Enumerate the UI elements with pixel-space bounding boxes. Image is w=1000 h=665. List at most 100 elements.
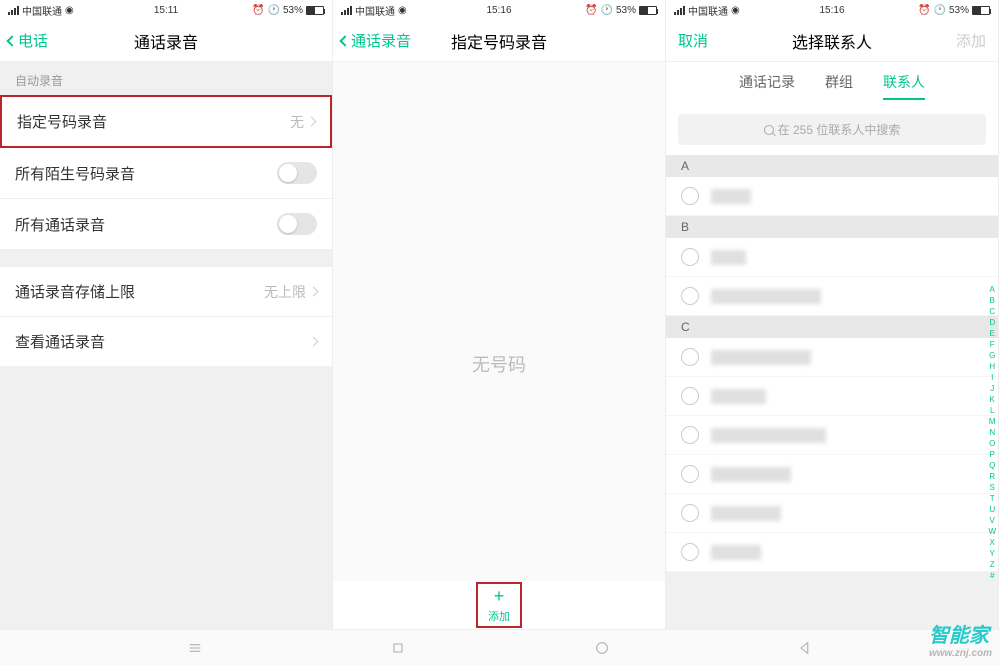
back-label: 通话录音 bbox=[351, 30, 411, 51]
alpha-index-letter[interactable]: G bbox=[988, 351, 996, 360]
chevron-right-icon bbox=[307, 117, 317, 127]
contact-row[interactable] bbox=[666, 338, 998, 377]
battery-percent: 53% bbox=[616, 5, 636, 16]
contact-name-blurred bbox=[711, 467, 791, 482]
item-all-calls[interactable]: 所有通话录音 bbox=[0, 199, 332, 249]
battery-icon bbox=[306, 6, 324, 15]
wifi-icon: ◉ bbox=[731, 5, 740, 16]
page-title: 指定号码录音 bbox=[451, 29, 547, 53]
chevron-right-icon bbox=[309, 337, 319, 347]
watermark-main: 智能家 bbox=[929, 625, 989, 647]
nav-menu-icon[interactable] bbox=[187, 640, 203, 656]
nav-recent-icon[interactable] bbox=[390, 640, 406, 656]
battery-percent: 53% bbox=[283, 5, 303, 16]
add-button[interactable]: + 添加 bbox=[476, 582, 522, 628]
alpha-index-letter[interactable]: A bbox=[988, 285, 996, 294]
nav-bar: 取消 选择联系人 添加 bbox=[666, 20, 998, 62]
alpha-index-letter[interactable]: R bbox=[988, 472, 996, 481]
alpha-index-letter[interactable]: K bbox=[988, 395, 996, 404]
item-specific-number[interactable]: 指定号码录音 无 bbox=[0, 95, 332, 148]
alpha-index-letter[interactable]: P bbox=[988, 450, 996, 459]
radio-button[interactable] bbox=[681, 248, 699, 266]
signal-icon bbox=[341, 6, 352, 15]
alpha-index-letter[interactable]: J bbox=[988, 384, 996, 393]
alpha-index-letter[interactable]: T bbox=[988, 494, 996, 503]
nav-back-icon[interactable] bbox=[797, 640, 813, 656]
alpha-index-letter[interactable]: L bbox=[988, 406, 996, 415]
contact-row[interactable] bbox=[666, 533, 998, 572]
item-storage-limit[interactable]: 通话录音存储上限 无上限 bbox=[0, 267, 332, 317]
contact-row[interactable] bbox=[666, 177, 998, 216]
alpha-index-letter[interactable]: X bbox=[988, 538, 996, 547]
nav-home-icon[interactable] bbox=[594, 640, 610, 656]
alpha-index-letter[interactable]: O bbox=[988, 439, 996, 448]
page-title: 通话录音 bbox=[134, 29, 198, 53]
alpha-index-letter[interactable]: I bbox=[988, 373, 996, 382]
nav-bar: 通话录音 指定号码录音 bbox=[333, 20, 665, 62]
alpha-index-letter[interactable]: M bbox=[988, 417, 996, 426]
alpha-index-letter[interactable]: E bbox=[988, 329, 996, 338]
nav-bar: 电话 通话录音 bbox=[0, 20, 332, 62]
watermark-url: www.znj.com bbox=[929, 648, 992, 659]
contact-row[interactable] bbox=[666, 494, 998, 533]
contact-row[interactable] bbox=[666, 277, 998, 316]
alpha-index-letter[interactable]: Z bbox=[988, 560, 996, 569]
alpha-index-letter[interactable]: U bbox=[988, 505, 996, 514]
back-button[interactable]: 电话 bbox=[8, 30, 48, 51]
radio-button[interactable] bbox=[681, 465, 699, 483]
search-input[interactable]: 在 255 位联系人中搜索 bbox=[678, 114, 986, 145]
contact-row[interactable] bbox=[666, 238, 998, 277]
radio-button[interactable] bbox=[681, 504, 699, 522]
wifi-icon: ◉ bbox=[65, 5, 74, 16]
contact-row[interactable] bbox=[666, 455, 998, 494]
alpha-index-letter[interactable]: C bbox=[988, 307, 996, 316]
item-label: 指定号码录音 bbox=[17, 111, 107, 132]
alpha-index-letter[interactable]: V bbox=[988, 516, 996, 525]
item-view-recordings[interactable]: 查看通话录音 bbox=[0, 317, 332, 366]
contact-row[interactable] bbox=[666, 377, 998, 416]
item-label: 所有陌生号码录音 bbox=[15, 163, 135, 184]
clock-icon: 🕐 bbox=[268, 5, 280, 16]
item-label: 通话录音存储上限 bbox=[15, 281, 135, 302]
contact-name-blurred bbox=[711, 250, 746, 265]
tab-contacts[interactable]: 联系人 bbox=[883, 72, 925, 100]
item-unknown-numbers[interactable]: 所有陌生号码录音 bbox=[0, 148, 332, 199]
status-bar: 中国联通 ◉ 15:16 ⏰ 🕐 53% bbox=[666, 0, 998, 20]
alpha-index-letter[interactable]: S bbox=[988, 483, 996, 492]
alpha-index-letter[interactable]: # bbox=[988, 571, 996, 580]
battery-icon bbox=[639, 6, 657, 15]
alpha-index-letter[interactable]: Y bbox=[988, 549, 996, 558]
cancel-button[interactable]: 取消 bbox=[678, 30, 708, 51]
alpha-index-letter[interactable]: B bbox=[988, 296, 996, 305]
toggle-unknown[interactable] bbox=[277, 162, 317, 184]
alpha-index-letter[interactable]: D bbox=[988, 318, 996, 327]
carrier-label: 中国联通 bbox=[355, 3, 395, 18]
toggle-all[interactable] bbox=[277, 213, 317, 235]
tab-bar: 通话记录 群组 联系人 bbox=[666, 62, 998, 108]
radio-button[interactable] bbox=[681, 387, 699, 405]
alarm-icon: ⏰ bbox=[252, 5, 264, 16]
contact-name-blurred bbox=[711, 428, 826, 443]
contact-row[interactable] bbox=[666, 416, 998, 455]
alpha-index-letter[interactable]: N bbox=[988, 428, 996, 437]
tab-call-log[interactable]: 通话记录 bbox=[739, 72, 795, 100]
radio-button[interactable] bbox=[681, 187, 699, 205]
status-time: 15:16 bbox=[819, 5, 844, 16]
tab-groups[interactable]: 群组 bbox=[825, 72, 853, 100]
alpha-index-letter[interactable]: H bbox=[988, 362, 996, 371]
wifi-icon: ◉ bbox=[398, 5, 407, 16]
add-action[interactable]: 添加 bbox=[956, 30, 986, 51]
radio-button[interactable] bbox=[681, 348, 699, 366]
radio-button[interactable] bbox=[681, 287, 699, 305]
alpha-index-letter[interactable]: W bbox=[988, 527, 996, 536]
screen-select-contact: 中国联通 ◉ 15:16 ⏰ 🕐 53% 取消 选择联系人 添加 通话记录 群组… bbox=[666, 0, 999, 665]
back-button[interactable]: 通话录音 bbox=[341, 30, 411, 51]
search-placeholder: 在 255 位联系人中搜索 bbox=[778, 121, 901, 138]
radio-button[interactable] bbox=[681, 426, 699, 444]
item-value: 无 bbox=[290, 112, 304, 132]
alarm-icon: ⏰ bbox=[585, 5, 597, 16]
radio-button[interactable] bbox=[681, 543, 699, 561]
alpha-index-letter[interactable]: Q bbox=[988, 461, 996, 470]
alpha-index-letter[interactable]: F bbox=[988, 340, 996, 349]
contact-name-blurred bbox=[711, 350, 811, 365]
